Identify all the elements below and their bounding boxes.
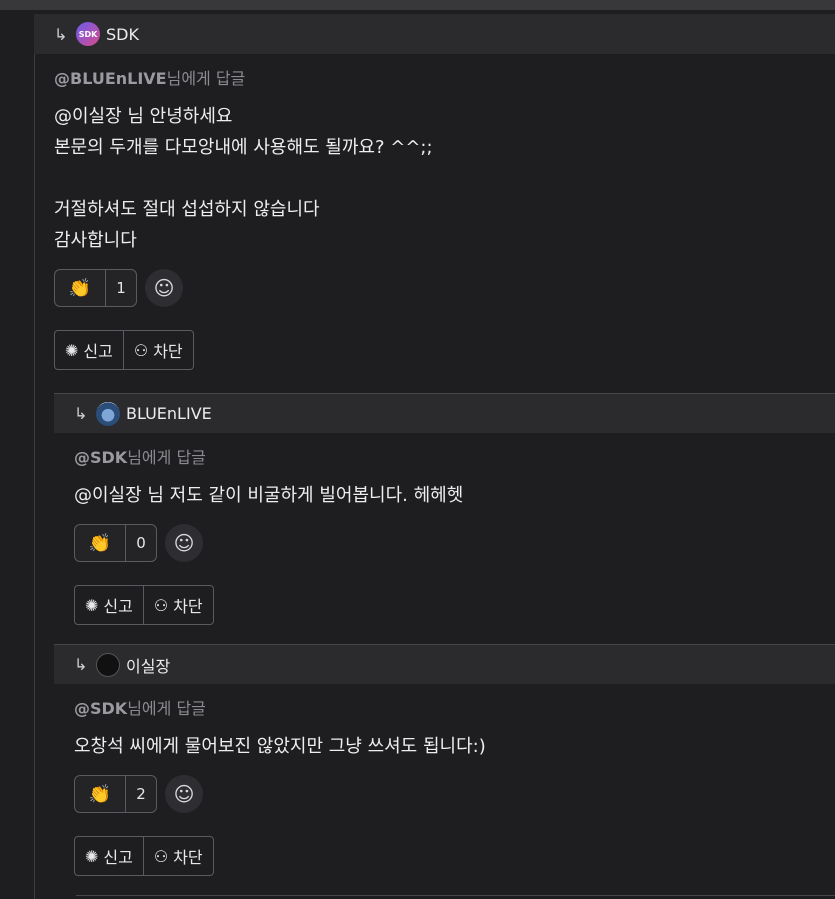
report-label: 신고 (103, 848, 133, 867)
action-group: ✺ 신고 ⚇ 차단 (74, 836, 214, 876)
comment-item: ↳ SDK SDK @BLUEnLIVE님에게 답글 @이실장 님 안녕하세요 … (34, 14, 835, 370)
gear-icon: ✺ (85, 846, 99, 866)
gear-icon: ✺ (85, 595, 99, 615)
block-label: 차단 (173, 597, 203, 616)
comment-header: ↳ BLUEnLIVE (54, 393, 835, 433)
comment-body: @SDK님에게 답글 오창석 씨에게 물어보진 않았지만 그냥 쓰셔도 됩니다:… (54, 695, 835, 876)
add-reaction-button[interactable]: ☺ (145, 269, 183, 307)
reply-to-user[interactable]: @SDK (74, 448, 127, 467)
reply-to-suffix: 님에게 답글 (127, 448, 206, 467)
report-label: 신고 (103, 597, 133, 616)
comment-header: ↳ SDK SDK (34, 14, 835, 54)
comment-actions: ✺ 신고 ⚇ 차단 (74, 836, 835, 876)
reply-to-line: @SDK님에게 답글 (74, 695, 835, 718)
report-button[interactable]: ✺ 신고 (75, 837, 143, 875)
reaction-bar: 👏 1 ☺ (54, 268, 835, 308)
next-comment-divider (76, 895, 835, 896)
comment-item: ↳ BLUEnLIVE @SDK님에게 답글 @이실장 님 저도 같이 비굴하게… (54, 393, 835, 625)
block-label: 차단 (173, 848, 203, 867)
avatar[interactable] (96, 401, 120, 426)
reaction-count: 0 (136, 534, 146, 552)
comment-actions: ✺ 신고 ⚇ 차단 (54, 330, 835, 370)
report-button[interactable]: ✺ 신고 (75, 586, 143, 624)
top-bar (0, 0, 835, 10)
smile-icon: ☺ (153, 276, 175, 300)
reply-arrow-icon: ↳ (74, 404, 88, 423)
avatar[interactable] (96, 652, 120, 677)
comment-body: @BLUEnLIVE님에게 답글 @이실장 님 안녕하세요 본문의 두개를 다모… (34, 65, 835, 370)
user-block-icon: ⚇ (133, 340, 149, 360)
reaction-button[interactable]: 👏 0 (74, 524, 157, 562)
avatar[interactable]: SDK (76, 22, 100, 46)
clap-icon: 👏 (75, 525, 126, 561)
comment-header: ↳ 이실장 (54, 644, 835, 684)
comment-content: @이실장 님 안녕하세요 본문의 두개를 다모앙내에 사용해도 될까요? ^^;… (54, 106, 433, 251)
reaction-count: 2 (136, 785, 146, 803)
reply-to-line: @BLUEnLIVE님에게 답글 (54, 65, 835, 88)
reply-to-user[interactable]: @BLUEnLIVE (54, 69, 167, 88)
reaction-button[interactable]: 👏 2 (74, 775, 157, 813)
user-block-icon: ⚇ (153, 595, 169, 615)
reply-to-suffix: 님에게 답글 (166, 69, 246, 88)
action-group: ✺ 신고 ⚇ 차단 (54, 330, 194, 370)
comment-body: @SDK님에게 답글 @이실장 님 저도 같이 비굴하게 빌어봅니다. 헤헤헷 … (54, 444, 835, 625)
report-button[interactable]: ✺ 신고 (55, 331, 123, 369)
reply-arrow-icon: ↳ (74, 655, 88, 674)
block-button[interactable]: ⚇ 차단 (122, 331, 193, 369)
comment-content: 오창석 씨에게 물어보진 않았지만 그냥 쓰셔도 됩니다:) (74, 736, 486, 757)
add-reaction-button[interactable]: ☺ (165, 775, 203, 813)
user-block-icon: ⚇ (153, 846, 169, 866)
reply-to-line: @SDK님에게 답글 (74, 444, 835, 467)
reply-arrow-icon: ↳ (54, 24, 68, 44)
author-name[interactable]: SDK (106, 25, 139, 44)
author-name[interactable]: BLUEnLIVE (126, 404, 212, 423)
block-button[interactable]: ⚇ 차단 (142, 837, 213, 875)
reply-to-suffix: 님에게 답글 (127, 699, 206, 718)
reaction-count: 1 (116, 279, 126, 297)
smile-icon: ☺ (173, 782, 195, 806)
block-label: 차단 (153, 342, 183, 361)
reply-to-user[interactable]: @SDK (74, 699, 127, 718)
clap-icon: 👏 (75, 776, 126, 812)
clap-icon: 👏 (55, 270, 106, 306)
comment-actions: ✺ 신고 ⚇ 차단 (74, 585, 835, 625)
smile-icon: ☺ (173, 531, 195, 555)
reaction-button[interactable]: 👏 1 (54, 269, 137, 307)
reaction-bar: 👏 2 ☺ (74, 774, 835, 814)
comment-item: ↳ 이실장 @SDK님에게 답글 오창석 씨에게 물어보진 않았지만 그냥 쓰셔… (54, 644, 835, 876)
author-name[interactable]: 이실장 (126, 653, 170, 677)
gear-icon: ✺ (65, 340, 79, 360)
report-label: 신고 (83, 342, 113, 361)
comment-content: @이실장 님 저도 같이 비굴하게 빌어봅니다. 헤헤헷 (74, 485, 464, 506)
add-reaction-button[interactable]: ☺ (165, 524, 203, 562)
block-button[interactable]: ⚇ 차단 (142, 586, 213, 624)
action-group: ✺ 신고 ⚇ 차단 (74, 585, 214, 625)
comment-thread: ↳ SDK SDK @BLUEnLIVE님에게 답글 @이실장 님 안녕하세요 … (34, 14, 835, 899)
reaction-bar: 👏 0 ☺ (74, 523, 835, 563)
